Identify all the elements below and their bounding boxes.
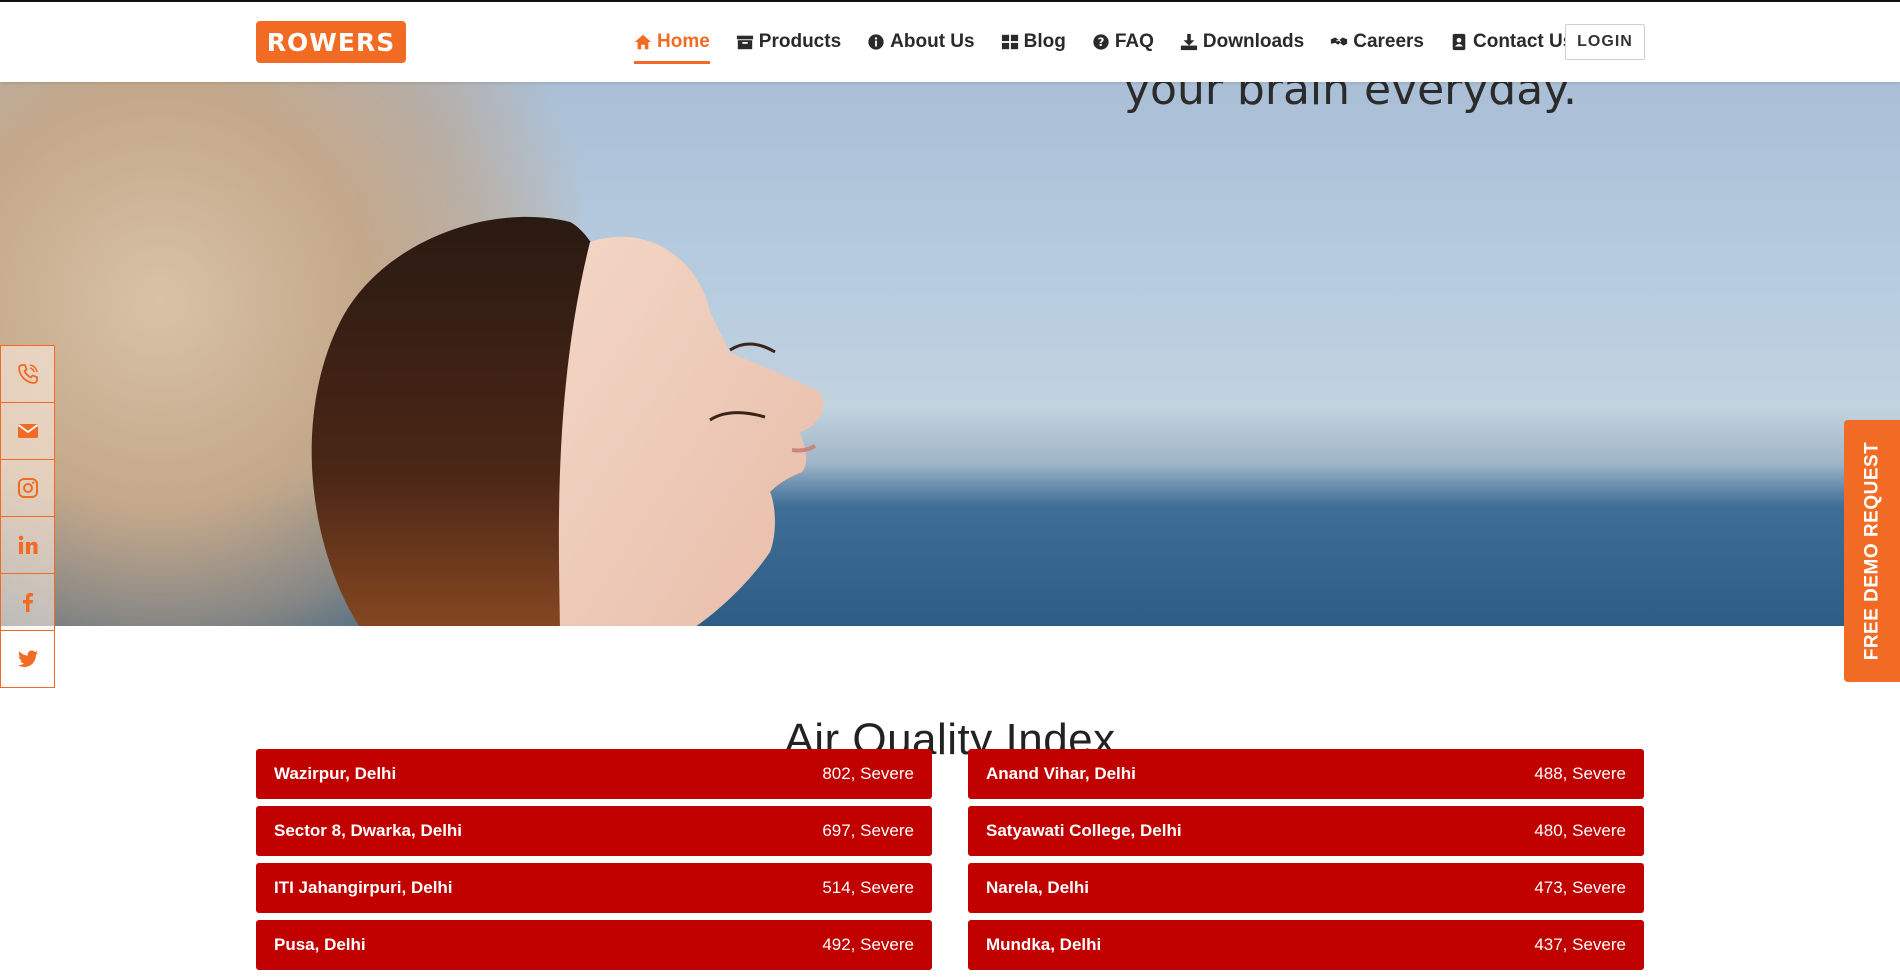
aqi-row[interactable]: Satyawati College, Delhi 480, Severe [968, 806, 1644, 856]
nav-item-about-us[interactable]: About Us [867, 26, 975, 58]
aqi-value: 473, Severe [1534, 878, 1626, 897]
aqi-city: Narela, Delhi [986, 878, 1089, 897]
aqi-row[interactable]: Sector 8, Dwarka, Delhi 697, Severe [256, 806, 932, 856]
svg-text:?: ? [1097, 35, 1104, 49]
nav-label: Products [758, 31, 842, 52]
phone-icon [17, 364, 38, 384]
linkedin-icon [18, 535, 37, 554]
nav-item-downloads[interactable]: Downloads [1180, 26, 1304, 58]
nav-label: Contact Us [1473, 31, 1574, 52]
aqi-row[interactable]: Narela, Delhi 473, Severe [968, 863, 1644, 913]
twitter-icon [17, 650, 38, 667]
aqi-value: 480, Severe [1534, 821, 1626, 840]
instagram-icon [17, 478, 38, 498]
aqi-city: Wazirpur, Delhi [274, 764, 397, 783]
archive-box-icon [736, 33, 754, 51]
aqi-value: 514, Severe [822, 878, 914, 897]
aqi-city: Anand Vihar, Delhi [986, 764, 1136, 783]
aqi-city: Sector 8, Dwarka, Delhi [274, 821, 463, 840]
aqi-city: Satyawati College, Delhi [986, 821, 1182, 840]
grid-icon [1001, 33, 1019, 51]
demo-tab-label: FREE DEMO REQUEST [1861, 441, 1883, 661]
aqi-value: 488, Severe [1534, 764, 1626, 783]
nav-label: Careers [1353, 31, 1424, 52]
nav-label: About Us [890, 31, 975, 52]
handshake-icon [1330, 33, 1348, 51]
hero-tagline: your brain everyday. [1124, 82, 1577, 115]
linkedin-button[interactable] [0, 517, 55, 574]
aqi-row[interactable]: Mundka, Delhi 437, Severe [968, 920, 1644, 970]
nav-label: Home [657, 31, 710, 52]
info-circle-icon [867, 33, 885, 51]
contact-card-icon [1450, 33, 1468, 51]
nav-item-contact-us[interactable]: Contact Us [1450, 26, 1573, 58]
aqi-value: 697, Severe [822, 821, 914, 840]
social-sidebar [0, 345, 55, 688]
aqi-list-right: Anand Vihar, Delhi 488, Severe Satyawati… [968, 749, 1644, 977]
facebook-button[interactable] [0, 574, 55, 631]
aqi-city: Pusa, Delhi [274, 935, 366, 954]
nav-item-faq[interactable]: ? FAQ [1092, 26, 1154, 58]
site-logo[interactable]: ROWERS [256, 21, 406, 63]
hero-image-woman [311, 216, 824, 626]
nav-item-careers[interactable]: Careers [1330, 26, 1424, 58]
main-nav: Home Products About Us Blog ? FAQ Downlo… [634, 26, 1599, 64]
nav-item-products[interactable]: Products [736, 26, 841, 58]
aqi-row[interactable]: ITI Jahangirpuri, Delhi 514, Severe [256, 863, 932, 913]
nav-item-blog[interactable]: Blog [1001, 26, 1066, 58]
phone-button[interactable] [0, 345, 55, 403]
facebook-icon [22, 593, 33, 612]
login-button[interactable]: LOGIN [1565, 24, 1645, 60]
aqi-row[interactable]: Wazirpur, Delhi 802, Severe [256, 749, 932, 799]
nav-item-home[interactable]: Home [634, 26, 710, 64]
nav-label: Blog [1023, 31, 1066, 52]
email-icon [17, 424, 38, 438]
aqi-city: ITI Jahangirpuri, Delhi [274, 878, 453, 897]
aqi-city: Mundka, Delhi [986, 935, 1102, 954]
email-button[interactable] [0, 403, 55, 460]
instagram-button[interactable] [0, 460, 55, 517]
aqi-value: 437, Severe [1534, 935, 1626, 954]
aqi-row[interactable]: Pusa, Delhi 492, Severe [256, 920, 932, 970]
free-demo-request-tab[interactable]: FREE DEMO REQUEST [1844, 420, 1900, 682]
download-icon [1180, 33, 1198, 51]
nav-label: Downloads [1202, 31, 1305, 52]
aqi-list-left: Wazirpur, Delhi 802, Severe Sector 8, Dw… [256, 749, 932, 977]
hero-banner: your brain everyday. [0, 82, 1900, 626]
aqi-value: 492, Severe [822, 935, 914, 954]
twitter-button[interactable] [0, 631, 55, 688]
question-circle-icon: ? [1092, 33, 1110, 51]
aqi-value: 802, Severe [822, 764, 914, 783]
site-header: ROWERS Home Products About Us Blog ? FAQ… [0, 2, 1900, 82]
aqi-row[interactable]: Anand Vihar, Delhi 488, Severe [968, 749, 1644, 799]
nav-label: FAQ [1114, 31, 1154, 52]
home-icon [634, 33, 652, 51]
